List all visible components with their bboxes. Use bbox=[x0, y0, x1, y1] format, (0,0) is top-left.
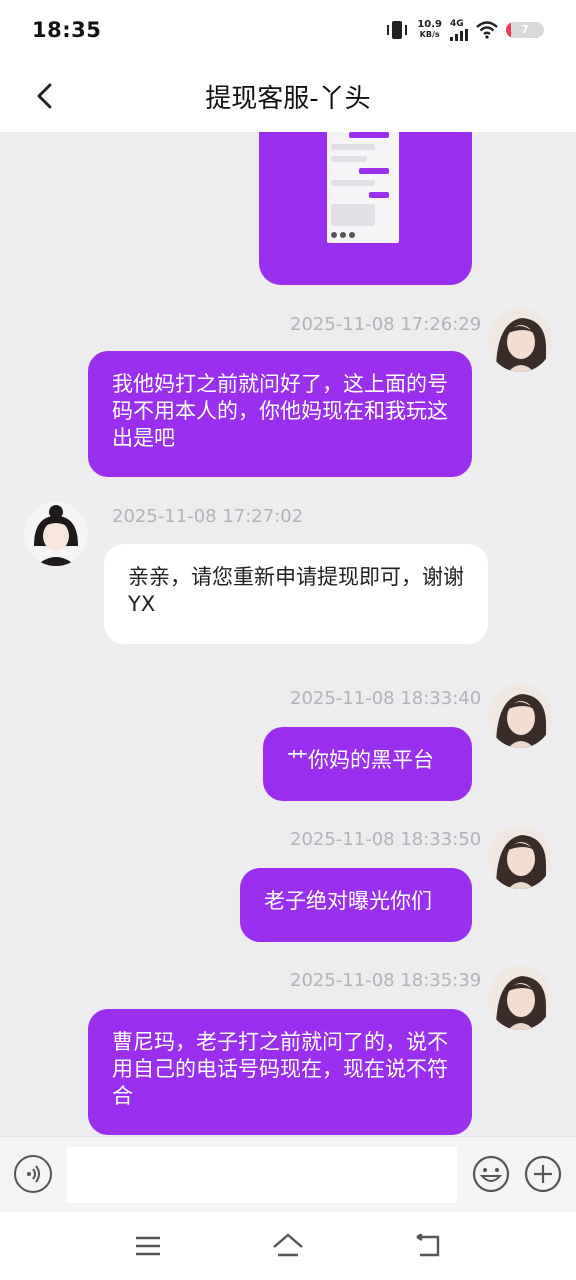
message-bubble-outgoing[interactable]: 我他妈打之前就问好了，这上面的号码不用本人的，你他妈现在和我玩这出是吧 bbox=[88, 351, 472, 477]
menu-button[interactable] bbox=[128, 1226, 168, 1266]
status-bar: 18:35 10.9 KB/s 4G 7 bbox=[0, 0, 576, 60]
message-timestamp: 2025-11-08 17:26:29 bbox=[290, 314, 482, 335]
back-icon bbox=[416, 1234, 440, 1257]
avatar[interactable] bbox=[488, 966, 552, 1030]
message-timestamp: 2025-11-08 18:35:39 bbox=[290, 970, 482, 991]
message-bubble-outgoing[interactable]: 艹你妈的黑平台 bbox=[263, 727, 472, 801]
message-bubble-incoming[interactable]: 亲亲，请您重新申请提现即可，谢谢YX bbox=[104, 544, 488, 644]
signal-icon: 4G bbox=[450, 18, 468, 41]
wifi-icon bbox=[476, 21, 498, 39]
back-nav-button[interactable] bbox=[408, 1226, 448, 1266]
home-button[interactable] bbox=[268, 1226, 308, 1266]
network-speed-unit: KB/s bbox=[419, 30, 440, 39]
message-timestamp: 2025-11-08 18:33:50 bbox=[290, 829, 482, 850]
status-time: 18:35 bbox=[32, 18, 102, 42]
user-avatar-icon bbox=[488, 825, 552, 889]
network-speed: 10.9 KB/s bbox=[417, 20, 442, 40]
message-input[interactable] bbox=[67, 1147, 457, 1203]
image-message[interactable] bbox=[259, 132, 472, 285]
user-avatar-icon bbox=[488, 966, 552, 1030]
avatar[interactable] bbox=[24, 502, 88, 566]
chat-messages[interactable]: 2025-11-08 17:26:29 我他妈打之前就问好了，这上面的号码不用本… bbox=[0, 132, 576, 1136]
page-title: 提现客服-丫头 bbox=[205, 83, 371, 114]
status-icons: 10.9 KB/s 4G 7 bbox=[385, 18, 544, 41]
network-type: 4G bbox=[450, 18, 464, 29]
screenshot-thumbnail bbox=[327, 132, 399, 243]
home-icon bbox=[273, 1233, 303, 1257]
input-bar bbox=[0, 1136, 576, 1212]
user-avatar-icon bbox=[488, 308, 552, 372]
avatar[interactable] bbox=[488, 825, 552, 889]
vibrate-icon bbox=[385, 20, 409, 40]
plus-icon bbox=[524, 1155, 562, 1193]
network-speed-value: 10.9 bbox=[417, 19, 442, 30]
message-bubble-outgoing[interactable]: 老子绝对曝光你们 bbox=[240, 868, 472, 942]
system-nav-bar bbox=[0, 1212, 576, 1280]
message-timestamp: 2025-11-08 17:27:02 bbox=[112, 506, 304, 527]
battery-icon: 7 bbox=[506, 22, 544, 38]
battery-level: 7 bbox=[521, 23, 529, 36]
voice-button[interactable] bbox=[14, 1155, 52, 1193]
agent-avatar-icon bbox=[24, 502, 88, 566]
voice-icon bbox=[27, 1165, 40, 1183]
emoji-icon bbox=[472, 1155, 510, 1193]
avatar[interactable] bbox=[488, 684, 552, 748]
message-timestamp: 2025-11-08 18:33:40 bbox=[290, 688, 482, 709]
menu-icon bbox=[136, 1236, 160, 1256]
user-avatar-icon bbox=[488, 684, 552, 748]
avatar[interactable] bbox=[488, 308, 552, 372]
emoji-button[interactable] bbox=[472, 1155, 510, 1193]
message-bubble-outgoing[interactable]: 曹尼玛，老子打之前就问了的，说不用自己的电话号码现在，现在说不符合 bbox=[88, 1009, 472, 1135]
chat-header: 提现客服-丫头 bbox=[0, 60, 576, 132]
more-button[interactable] bbox=[524, 1155, 562, 1193]
chevron-left-icon bbox=[37, 83, 52, 109]
back-button[interactable] bbox=[26, 76, 62, 116]
